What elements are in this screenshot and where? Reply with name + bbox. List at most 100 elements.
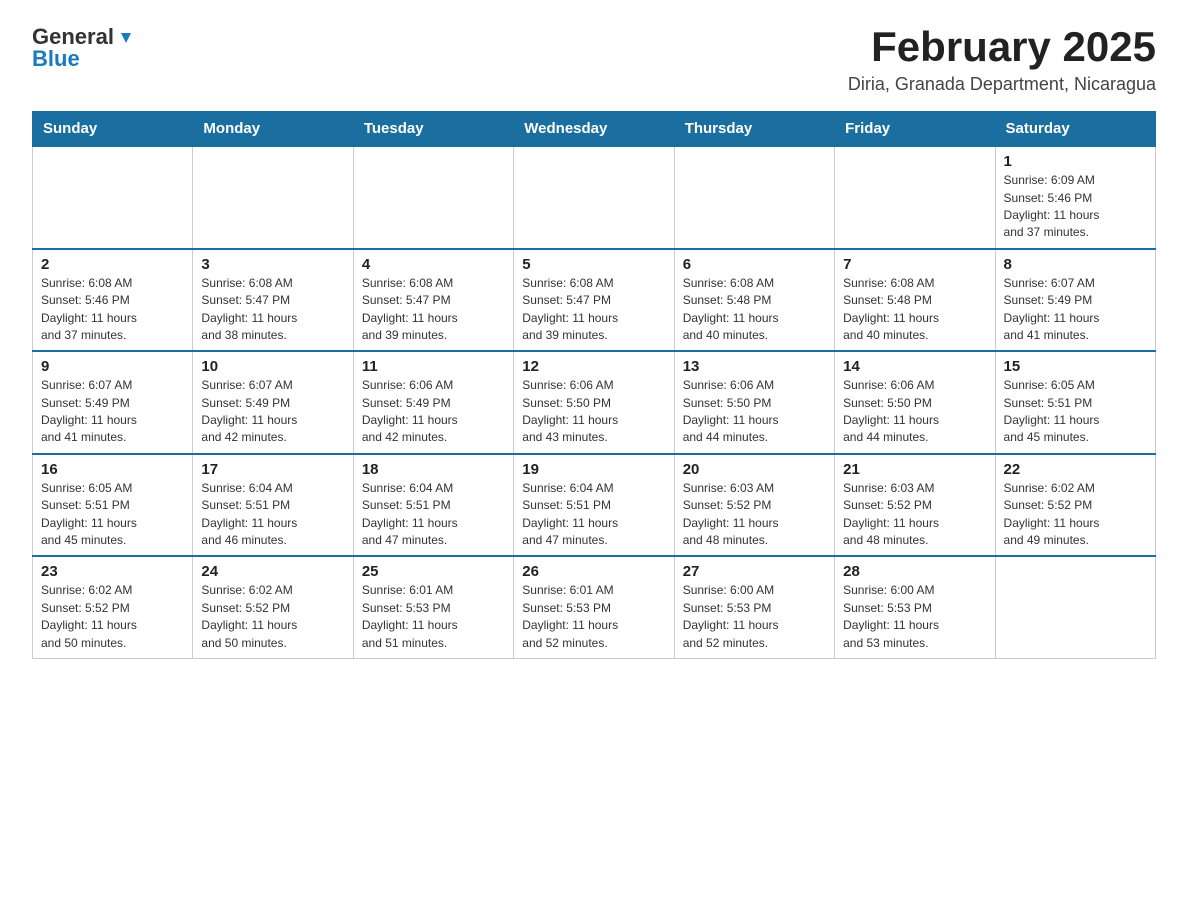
day-info: Sunrise: 6:08 AM Sunset: 5:46 PM Dayligh… [41,275,184,345]
day-info: Sunrise: 6:04 AM Sunset: 5:51 PM Dayligh… [362,480,505,550]
day-number: 12 [522,358,665,375]
day-number: 16 [41,461,184,478]
calendar-cell: 10 Sunrise: 6:07 AM Sunset: 5:49 PM Dayli… [193,351,353,454]
day-info: Sunrise: 6:02 AM Sunset: 5:52 PM Dayligh… [1004,480,1147,550]
day-header-tuesday: Tuesday [353,112,513,147]
calendar-cell: 13Sunrise: 6:06 AM Sunset: 5:50 PM Dayli… [674,351,834,454]
calendar-title: February 2025 [848,24,1156,70]
day-info: Sunrise: 6:01 AM Sunset: 5:53 PM Dayligh… [362,582,505,652]
calendar-cell: 21 Sunrise: 6:03 AM Sunset: 5:52 PM Dayli… [835,454,995,557]
day-number: 11 [362,358,505,375]
calendar-cell: 11 Sunrise: 6:06 AM Sunset: 5:49 PM Dayli… [353,351,513,454]
day-number: 22 [1004,461,1147,478]
calendar-cell [353,146,513,249]
day-header-thursday: Thursday [674,112,834,147]
calendar-cell [193,146,353,249]
day-number: 26 [522,563,665,580]
day-info: Sunrise: 6:07 AM Sunset: 5:49 PM Dayligh… [41,377,184,447]
day-info: Sunrise: 6:07 AM Sunset: 5:49 PM Dayligh… [1004,275,1147,345]
day-number: 19 [522,461,665,478]
calendar-cell: 9 Sunrise: 6:07 AM Sunset: 5:49 PM Daylig… [33,351,193,454]
calendar-cell: 6 Sunrise: 6:08 AM Sunset: 5:48 PM Daylig… [674,249,834,352]
day-info: Sunrise: 6:00 AM Sunset: 5:53 PM Dayligh… [683,582,826,652]
day-number: 21 [843,461,986,478]
day-info: Sunrise: 6:05 AM Sunset: 5:51 PM Dayligh… [41,480,184,550]
page-header: General Blue February 2025 Diria, Granad… [32,24,1156,95]
calendar-cell: 1Sunrise: 6:09 AM Sunset: 5:46 PM Daylig… [995,146,1155,249]
day-number: 4 [362,256,505,273]
day-number: 1 [1004,153,1147,170]
day-info: Sunrise: 6:08 AM Sunset: 5:47 PM Dayligh… [201,275,344,345]
day-number: 20 [683,461,826,478]
day-info: Sunrise: 6:03 AM Sunset: 5:52 PM Dayligh… [843,480,986,550]
calendar-cell: 23 Sunrise: 6:02 AM Sunset: 5:52 PM Dayli… [33,556,193,658]
day-info: Sunrise: 6:05 AM Sunset: 5:51 PM Dayligh… [1004,377,1147,447]
day-info: Sunrise: 6:02 AM Sunset: 5:52 PM Dayligh… [41,582,184,652]
day-info: Sunrise: 6:08 AM Sunset: 5:47 PM Dayligh… [362,275,505,345]
day-info: Sunrise: 6:08 AM Sunset: 5:48 PM Dayligh… [843,275,986,345]
day-number: 25 [362,563,505,580]
day-info: Sunrise: 6:08 AM Sunset: 5:48 PM Dayligh… [683,275,826,345]
day-header-saturday: Saturday [995,112,1155,147]
calendar-cell: 24Sunrise: 6:02 AM Sunset: 5:52 PM Dayli… [193,556,353,658]
day-info: Sunrise: 6:07 AM Sunset: 5:49 PM Dayligh… [201,377,344,447]
day-number: 5 [522,256,665,273]
calendar-cell: 7 Sunrise: 6:08 AM Sunset: 5:48 PM Daylig… [835,249,995,352]
calendar-cell: 2Sunrise: 6:08 AM Sunset: 5:46 PM Daylig… [33,249,193,352]
logo-blue-text: Blue [32,46,80,71]
day-number: 6 [683,256,826,273]
calendar-cell: 26 Sunrise: 6:01 AM Sunset: 5:53 PM Dayli… [514,556,674,658]
calendar-cell: 25 Sunrise: 6:01 AM Sunset: 5:53 PM Dayli… [353,556,513,658]
day-header-wednesday: Wednesday [514,112,674,147]
calendar-week-row: 9 Sunrise: 6:07 AM Sunset: 5:49 PM Daylig… [33,351,1156,454]
calendar-cell: 20 Sunrise: 6:03 AM Sunset: 5:52 PM Dayli… [674,454,834,557]
calendar-cell: 8 Sunrise: 6:07 AM Sunset: 5:49 PM Daylig… [995,249,1155,352]
calendar-cell: 12 Sunrise: 6:06 AM Sunset: 5:50 PM Dayli… [514,351,674,454]
calendar-week-row: 1Sunrise: 6:09 AM Sunset: 5:46 PM Daylig… [33,146,1156,249]
day-number: 8 [1004,256,1147,273]
calendar-week-row: 23 Sunrise: 6:02 AM Sunset: 5:52 PM Dayli… [33,556,1156,658]
title-area: February 2025 Diria, Granada Department,… [848,24,1156,95]
calendar-week-row: 16 Sunrise: 6:05 AM Sunset: 5:51 PM Dayli… [33,454,1156,557]
calendar-cell: 3Sunrise: 6:08 AM Sunset: 5:47 PM Daylig… [193,249,353,352]
day-number: 28 [843,563,986,580]
day-number: 7 [843,256,986,273]
calendar-cell: 22 Sunrise: 6:02 AM Sunset: 5:52 PM Dayli… [995,454,1155,557]
day-header-friday: Friday [835,112,995,147]
day-info: Sunrise: 6:03 AM Sunset: 5:52 PM Dayligh… [683,480,826,550]
day-info: Sunrise: 6:06 AM Sunset: 5:50 PM Dayligh… [522,377,665,447]
day-number: 17 [201,461,344,478]
day-header-sunday: Sunday [33,112,193,147]
day-number: 14 [843,358,986,375]
day-number: 27 [683,563,826,580]
day-info: Sunrise: 6:06 AM Sunset: 5:50 PM Dayligh… [683,377,826,447]
calendar-cell: 19Sunrise: 6:04 AM Sunset: 5:51 PM Dayli… [514,454,674,557]
calendar-cell [674,146,834,249]
calendar-cell: 27 Sunrise: 6:00 AM Sunset: 5:53 PM Dayli… [674,556,834,658]
calendar-cell: 4 Sunrise: 6:08 AM Sunset: 5:47 PM Daylig… [353,249,513,352]
day-header-monday: Monday [193,112,353,147]
calendar-cell: 5 Sunrise: 6:08 AM Sunset: 5:47 PM Daylig… [514,249,674,352]
calendar-cell [995,556,1155,658]
calendar-cell: 14 Sunrise: 6:06 AM Sunset: 5:50 PM Dayli… [835,351,995,454]
calendar-cell: 18 Sunrise: 6:04 AM Sunset: 5:51 PM Dayli… [353,454,513,557]
day-number: 24 [201,563,344,580]
calendar-cell: 15 Sunrise: 6:05 AM Sunset: 5:51 PM Dayli… [995,351,1155,454]
day-info: Sunrise: 6:04 AM Sunset: 5:51 PM Dayligh… [201,480,344,550]
day-number: 18 [362,461,505,478]
logo: General Blue [32,24,135,72]
day-number: 9 [41,358,184,375]
day-info: Sunrise: 6:06 AM Sunset: 5:50 PM Dayligh… [843,377,986,447]
day-info: Sunrise: 6:01 AM Sunset: 5:53 PM Dayligh… [522,582,665,652]
day-info: Sunrise: 6:08 AM Sunset: 5:47 PM Dayligh… [522,275,665,345]
day-info: Sunrise: 6:00 AM Sunset: 5:53 PM Dayligh… [843,582,986,652]
day-number: 15 [1004,358,1147,375]
day-number: 23 [41,563,184,580]
calendar-cell [835,146,995,249]
calendar-cell: 28 Sunrise: 6:00 AM Sunset: 5:53 PM Dayli… [835,556,995,658]
calendar-cell: 16 Sunrise: 6:05 AM Sunset: 5:51 PM Dayli… [33,454,193,557]
calendar-week-row: 2Sunrise: 6:08 AM Sunset: 5:46 PM Daylig… [33,249,1156,352]
calendar-header-row: SundayMondayTuesdayWednesdayThursdayFrid… [33,112,1156,147]
day-info: Sunrise: 6:06 AM Sunset: 5:49 PM Dayligh… [362,377,505,447]
day-number: 10 [201,358,344,375]
